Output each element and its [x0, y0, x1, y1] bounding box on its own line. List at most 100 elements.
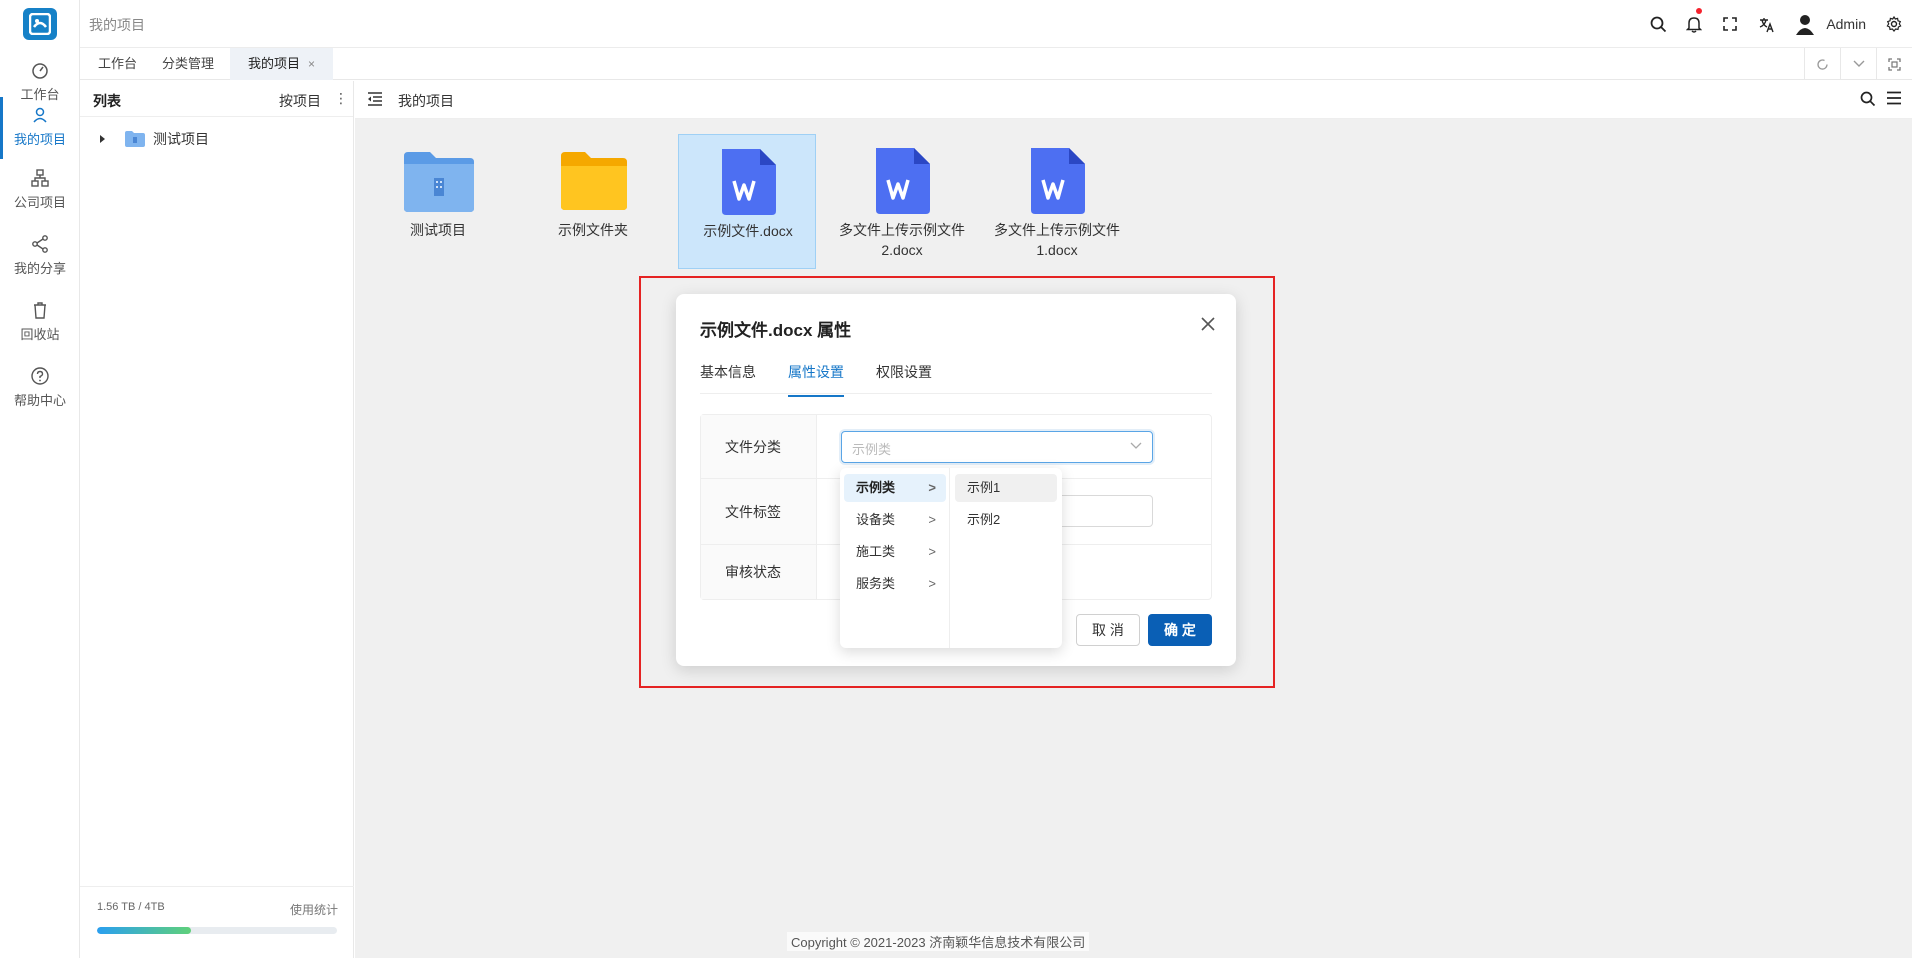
- search-button[interactable]: [1640, 0, 1676, 48]
- rail-label: 帮助中心: [13, 393, 66, 408]
- cascader-option[interactable]: 施工类 >: [844, 538, 946, 566]
- rail-label: 公司项目: [13, 195, 66, 210]
- file-name: 多文件上传示例文件1.docx: [994, 222, 1120, 258]
- app-logo[interactable]: [23, 8, 57, 40]
- folder-icon: [561, 152, 627, 210]
- dialog-title: 示例文件.docx 属性: [700, 321, 852, 340]
- file-name: 测试项目: [410, 222, 466, 238]
- tab-basic-info[interactable]: 基本信息: [700, 362, 756, 382]
- more-icon[interactable]: ⋮: [334, 90, 348, 107]
- word-document-icon: [876, 148, 930, 214]
- rail-item-my-projects[interactable]: 我的项目: [0, 97, 80, 159]
- page-tabs: 工作台 分类管理 我的项目 ×: [80, 48, 1912, 80]
- confirm-button[interactable]: 确 定: [1148, 614, 1212, 646]
- user-menu[interactable]: Admin: [1784, 13, 1876, 35]
- file-name: 示例文件夹: [558, 222, 628, 238]
- language-button[interactable]: [1748, 0, 1784, 48]
- file-name: 多文件上传示例文件2.docx: [839, 222, 965, 258]
- rail-item-help-center[interactable]: 帮助中心: [0, 358, 80, 420]
- rail-item-my-shares[interactable]: 我的分享: [0, 226, 80, 288]
- tags-input[interactable]: [1053, 495, 1153, 527]
- dashboard-icon: [32, 63, 48, 79]
- tags-label: 文件标签: [725, 503, 781, 520]
- rail-item-company-projects[interactable]: 公司项目: [0, 160, 80, 222]
- category-cascader: 示例类 > 设备类 > 施工类 > 服务类 > 示例1 示例2: [840, 468, 1062, 648]
- tabs-dropdown-button[interactable]: [1840, 48, 1876, 80]
- file-item[interactable]: 示例文件夹: [524, 134, 662, 269]
- file-item[interactable]: 测试项目: [369, 134, 507, 269]
- cascader-level-2: 示例1 示例2: [951, 468, 1062, 648]
- expand-arrow-icon[interactable]: [100, 135, 105, 143]
- file-name: 示例文件.docx: [703, 223, 793, 239]
- project-folder-icon: [125, 131, 145, 147]
- tab-tools: [1804, 48, 1912, 80]
- project-folder-icon: [404, 152, 474, 212]
- project-tree-panel: 列表 按项目 ⋮ 测试项目 1.56 TB / 4TB 使用统计: [80, 81, 354, 958]
- top-actions: Admin: [1640, 0, 1912, 48]
- file-item[interactable]: 多文件上传示例文件2.docx: [833, 134, 971, 269]
- storage-progress-fill: [97, 927, 191, 934]
- category-placeholder: 示例类: [852, 442, 892, 457]
- refresh-icon: [1817, 58, 1828, 70]
- tab-label: 我的项目: [248, 56, 301, 71]
- cascader-option[interactable]: 设备类 >: [844, 506, 946, 534]
- tab-close-icon[interactable]: ×: [308, 57, 315, 71]
- bell-icon: [1686, 17, 1703, 33]
- cascader-level-1: 示例类 > 设备类 > 施工类 > 服务类 >: [840, 468, 950, 648]
- fullscreen-icon: [1723, 17, 1738, 31]
- breadcrumb: 我的项目: [89, 17, 145, 33]
- user-name: Admin: [1826, 16, 1866, 32]
- tree-node-label: 测试项目: [153, 131, 209, 147]
- panel-header: 列表 按项目 ⋮: [80, 81, 353, 117]
- category-select[interactable]: 示例类: [841, 431, 1153, 463]
- cancel-button[interactable]: 取 消: [1076, 614, 1140, 646]
- tab-attribute-settings[interactable]: 属性设置: [788, 362, 844, 397]
- indent-toggle-icon[interactable]: [367, 92, 383, 106]
- gear-icon: [1886, 16, 1902, 32]
- share-icon: [32, 235, 48, 253]
- file-item[interactable]: 多文件上传示例文件1.docx: [988, 134, 1126, 269]
- cascader-option[interactable]: 服务类 >: [844, 570, 946, 598]
- tree-node-test-project[interactable]: 测试项目: [100, 129, 209, 149]
- option-label: 施工类: [856, 544, 896, 559]
- content-header: 我的项目: [355, 81, 1912, 119]
- option-label: 设备类: [856, 512, 896, 527]
- tab-category-management[interactable]: 分类管理: [144, 48, 232, 80]
- search-icon: [1650, 16, 1666, 32]
- option-label: 服务类: [856, 576, 896, 591]
- word-document-icon: [722, 149, 776, 215]
- cascader-option[interactable]: 示例2: [955, 506, 1057, 534]
- notification-dot: [1696, 8, 1703, 14]
- chevron-down-icon: [1130, 442, 1142, 449]
- field-label: 审核状态: [701, 545, 817, 599]
- cascader-option[interactable]: 示例1: [955, 474, 1057, 502]
- chevron-right-icon: >: [928, 480, 936, 495]
- rail-item-recycle-bin[interactable]: 回收站: [0, 292, 80, 354]
- maximize-button[interactable]: [1876, 48, 1912, 80]
- tab-permission-settings[interactable]: 权限设置: [876, 362, 932, 382]
- group-by-button[interactable]: 按项目: [279, 91, 321, 111]
- settings-button[interactable]: [1876, 0, 1912, 48]
- option-label: 示例类: [856, 480, 896, 495]
- tab-label: 分类管理: [162, 56, 215, 71]
- rail-label: 回收站: [20, 327, 60, 342]
- fullscreen-button[interactable]: [1712, 0, 1748, 48]
- file-item-selected[interactable]: 示例文件.docx: [678, 134, 816, 269]
- notifications-button[interactable]: [1676, 0, 1712, 48]
- rail-label: 我的分享: [13, 261, 66, 276]
- storage-progress-bar: [97, 927, 337, 934]
- close-icon[interactable]: [1198, 314, 1218, 334]
- search-icon[interactable]: [1860, 91, 1876, 107]
- field-label: 文件分类: [701, 415, 817, 478]
- org-chart-icon: [31, 169, 49, 187]
- cascader-option[interactable]: 示例类 >: [844, 474, 946, 502]
- usage-stats-link[interactable]: 使用统计: [290, 901, 338, 918]
- user-icon: [33, 107, 47, 123]
- menu-icon[interactable]: [1886, 91, 1902, 105]
- chevron-right-icon: >: [928, 512, 936, 527]
- tab-my-projects[interactable]: 我的项目 ×: [230, 48, 334, 80]
- refresh-button[interactable]: [1804, 48, 1840, 80]
- maximize-icon: [1888, 57, 1901, 71]
- field-label: 文件标签: [701, 479, 817, 544]
- chevron-right-icon: >: [928, 544, 936, 559]
